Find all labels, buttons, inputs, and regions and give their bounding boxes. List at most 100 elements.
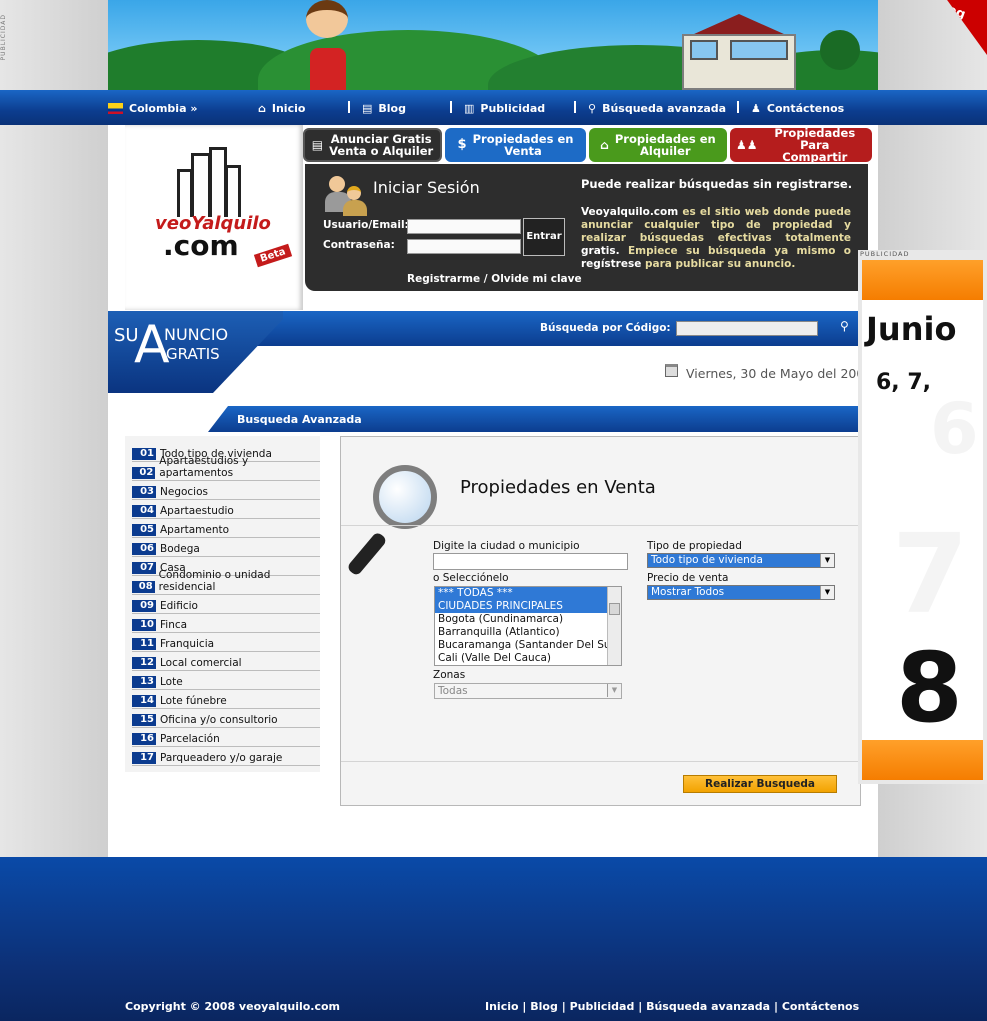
footer-sep: | — [522, 1000, 527, 1013]
nav-blog-label: Blog — [378, 102, 406, 115]
nav-blog[interactable]: ▤ Blog — [362, 102, 406, 115]
city-input[interactable] — [433, 553, 628, 570]
category-label: Parcelación — [160, 733, 220, 745]
copyright-text: Copyright © 2008 veoyalquilo.com — [125, 1000, 341, 1013]
category-number: 13 — [132, 676, 156, 688]
category-item[interactable]: 12 Local comercial — [132, 652, 320, 671]
city-option[interactable]: *** TODAS *** — [435, 587, 621, 600]
search-icon[interactable]: ⚲ — [840, 319, 849, 333]
precio-label: Precio de venta — [647, 572, 729, 584]
realizar-busqueda-button[interactable]: Realizar Busqueda — [683, 775, 837, 793]
ad-bg-six: 6 — [930, 388, 979, 470]
code-search-input[interactable] — [676, 321, 818, 336]
propiedades-venta-button[interactable]: $ Propiedades en Venta — [445, 128, 586, 162]
footer-sep: | — [561, 1000, 566, 1013]
footer-link-inicio[interactable]: Inicio — [485, 1000, 519, 1013]
nav-busqueda[interactable]: ⚲ Búsqueda avanzada — [588, 102, 726, 115]
current-date: Viernes, 30 de Mayo del 200 — [686, 366, 858, 381]
logo-line2: .com — [163, 229, 239, 262]
password-label: Contraseña: — [323, 239, 395, 251]
main-navbar: Colombia » ⌂ Inicio ▤ Blog ▥ Publicidad ⚲ Bú… — [0, 90, 987, 125]
zonas-select[interactable]: Todas ▼ — [434, 683, 622, 699]
login-submit-button[interactable]: Entrar — [523, 218, 565, 256]
category-item[interactable]: 10 Finca — [132, 614, 320, 633]
venta-line2: Venta — [504, 144, 542, 158]
propiedades-compartir-button[interactable]: ♟♟ Propiedades Para Compartir — [730, 126, 872, 163]
category-item[interactable]: 17 Parqueadero y/o garaje — [132, 747, 320, 766]
tipo-propiedad-select[interactable]: Todo tipo de vivienda ▼ — [647, 553, 835, 568]
category-item[interactable]: 09 Edificio — [132, 595, 320, 614]
subheader-title: Busqueda Avanzada — [237, 413, 362, 426]
category-item[interactable]: 16 Parcelación — [132, 728, 320, 747]
scroll-thumb[interactable] — [609, 603, 620, 615]
category-item[interactable]: 08 Condominio o unidad residencial — [132, 569, 320, 595]
city-label: Digite la ciudad o municipio — [433, 540, 580, 552]
category-label: Apartaestudio — [160, 505, 234, 517]
right-calendar-ad[interactable]: PUBLICIDAD Junio 6, 7, 6 7 8 — [858, 250, 987, 784]
footer-link-contactenos[interactable]: Contáctenos — [782, 1000, 859, 1013]
home-icon: ⌂ — [258, 102, 266, 115]
category-item[interactable]: 11 Franquicia — [132, 633, 320, 652]
nav-busqueda-label: Búsqueda avanzada — [602, 102, 727, 115]
listbox-scrollbar[interactable] — [607, 587, 621, 665]
category-number: 14 — [132, 695, 156, 707]
footer-link-blog[interactable]: Blog — [530, 1000, 558, 1013]
nav-inicio-label: Inicio — [271, 102, 306, 115]
ad-month: Junio — [866, 310, 957, 348]
category-number: 08 — [132, 581, 155, 593]
category-item[interactable]: 03 Negocios — [132, 481, 320, 500]
blog-badge[interactable]: Blog de — [947, 0, 987, 55]
su-logo-nuncio: NUNCIO — [164, 325, 229, 344]
city-option[interactable]: Cali (Valle Del Cauca) — [435, 652, 621, 665]
category-label: Parqueadero y/o garaje — [160, 752, 283, 764]
category-label: Bodega — [160, 543, 200, 555]
nav-publicidad[interactable]: ▥ Publicidad — [464, 102, 545, 115]
category-item[interactable]: 13 Lote — [132, 671, 320, 690]
nav-contactenos[interactable]: ♟ Contáctenos — [751, 102, 844, 115]
category-label: Finca — [160, 619, 188, 631]
category-label: Negocios — [160, 486, 208, 498]
propiedades-alquiler-button[interactable]: ⌂ Propiedades en Alquiler — [589, 128, 727, 162]
panel-title: Propiedades en Venta — [460, 477, 656, 498]
brand-text: Veoyalquilo.com — [581, 206, 679, 218]
busqueda-avanzada-header: Busqueda Avanzada — [208, 406, 858, 432]
category-number: 02 — [132, 467, 156, 479]
city-listbox[interactable]: *** TODAS *** CIUDADES PRINCIPALES Bogot… — [434, 586, 622, 666]
chevron-down-icon: ▼ — [820, 554, 834, 567]
category-number: 01 — [132, 448, 156, 460]
city-option[interactable]: CIUDADES PRINCIPALES — [435, 600, 621, 613]
category-item[interactable]: 04 Apartaestudio — [132, 500, 320, 519]
category-number: 10 — [132, 619, 156, 631]
alquiler-line2: Alquiler — [639, 144, 691, 158]
footer-link-busqueda[interactable]: Búsqueda avanzada — [646, 1000, 770, 1013]
country-selector[interactable]: Colombia » — [108, 102, 197, 115]
country-label: Colombia » — [129, 102, 198, 115]
anunciar-gratis-button[interactable]: ▤ Anunciar Gratis Venta o Alquiler — [303, 128, 442, 162]
register-link[interactable]: Registrarme — [407, 273, 480, 285]
user-email-input[interactable] — [407, 219, 521, 234]
colombia-flag-icon — [108, 103, 123, 114]
footer-link-publicidad[interactable]: Publicidad — [570, 1000, 635, 1013]
category-list: 01 Todo tipo de vivienda 02 Apartaestudios … — [125, 436, 320, 772]
category-label: Apartamento — [160, 524, 230, 536]
category-item[interactable]: 15 Oficina y/o consultorio — [132, 709, 320, 728]
category-item[interactable]: 02 Apartaestudios y apartamentos — [132, 455, 320, 481]
city-option[interactable]: Barranquilla (Atlantico) — [435, 626, 621, 639]
category-item[interactable]: 05 Apartamento — [132, 519, 320, 538]
precio-select[interactable]: Mostrar Todos ▼ — [647, 585, 835, 600]
forgot-password-link[interactable]: Olvide mi clave — [491, 273, 581, 285]
house-icon: ⌂ — [600, 138, 609, 152]
compartir-line1: Propiedades Para — [774, 126, 856, 152]
user-label: Usuario/Email: — [323, 219, 409, 231]
city-option[interactable]: Bogota (Cundinamarca) — [435, 613, 621, 626]
nav-divider — [450, 101, 452, 113]
site-logo[interactable]: veoYalquilo .com Beta — [125, 125, 303, 310]
category-number: 06 — [132, 543, 156, 555]
buildings-icon — [177, 147, 241, 217]
magnifier-icon: ⚲ — [588, 102, 597, 115]
password-input[interactable] — [407, 239, 521, 254]
nav-inicio[interactable]: ⌂ Inicio — [258, 102, 305, 115]
category-item[interactable]: 06 Bodega — [132, 538, 320, 557]
city-option[interactable]: Bucaramanga (Santander Del Sur) — [435, 639, 621, 652]
category-item[interactable]: 14 Lote fúnebre — [132, 690, 320, 709]
